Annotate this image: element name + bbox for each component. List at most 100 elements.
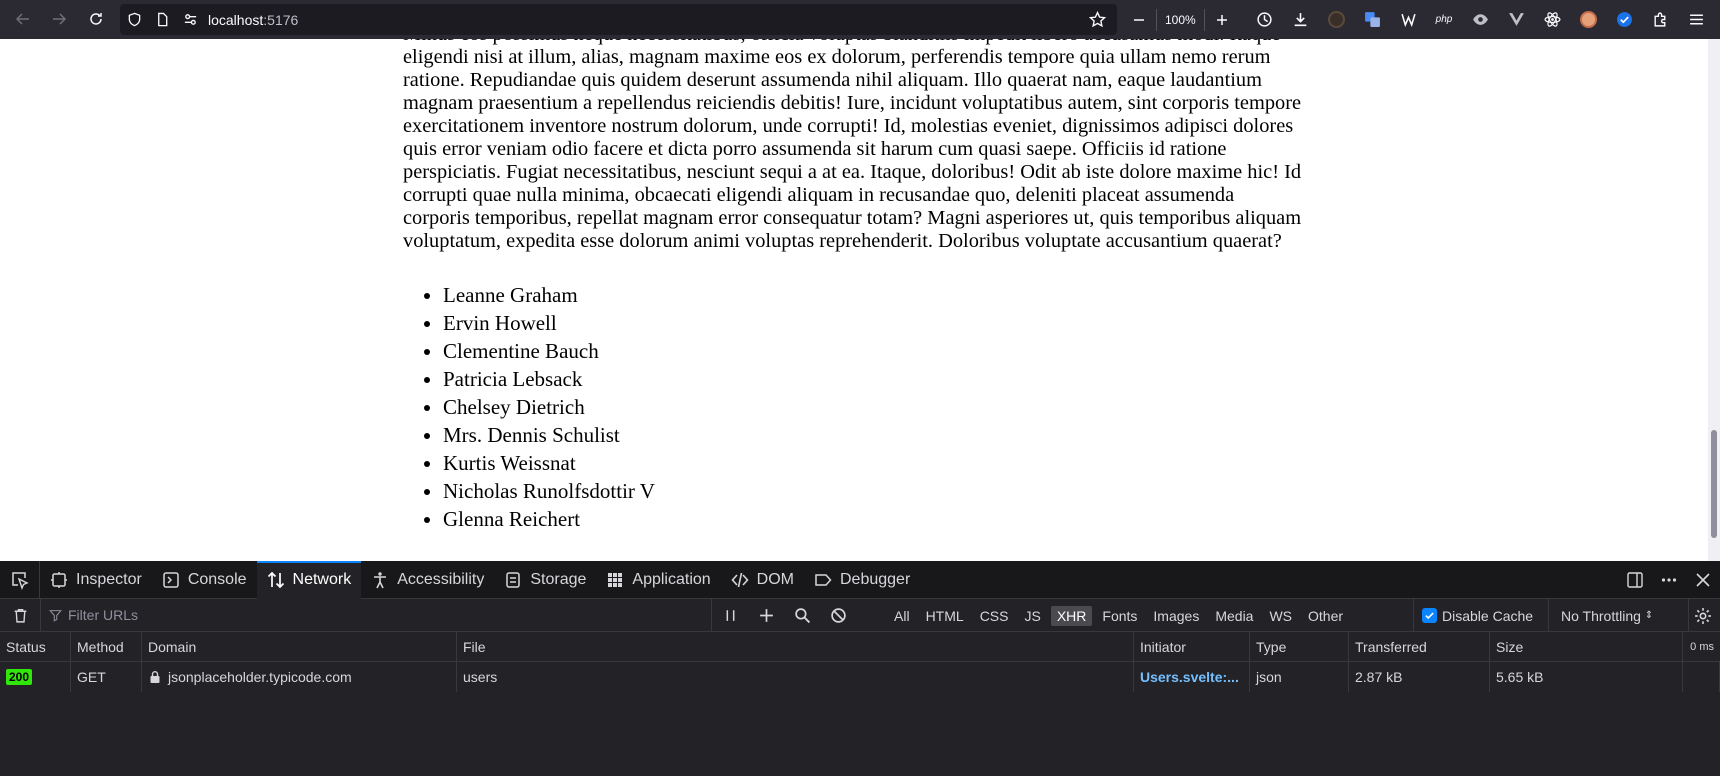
clear-button[interactable] — [0, 599, 40, 632]
dock-button[interactable] — [1618, 561, 1652, 599]
extensions-menu-button[interactable] — [1642, 4, 1678, 35]
extension-button[interactable] — [1606, 4, 1642, 35]
tab-network[interactable]: Network — [256, 560, 362, 599]
ellipsis-icon — [1661, 578, 1677, 582]
tracking-protection-button[interactable] — [120, 4, 148, 35]
column-header-transferred[interactable]: Transferred — [1349, 632, 1490, 661]
extension-button[interactable] — [1318, 4, 1354, 35]
column-header-type[interactable]: Type — [1250, 632, 1349, 661]
forward-button[interactable] — [42, 4, 76, 34]
type-filter-all[interactable]: All — [888, 606, 916, 626]
tab-label: Application — [632, 570, 711, 588]
cell-method: GET — [71, 662, 142, 692]
trash-icon — [14, 608, 26, 623]
extension-button[interactable] — [1462, 4, 1498, 35]
tab-storage[interactable]: Storage — [494, 561, 596, 599]
downloads-button[interactable] — [1282, 4, 1318, 35]
tab-accessibility[interactable]: Accessibility — [361, 561, 494, 599]
extension-button[interactable] — [1534, 4, 1570, 35]
cell-type: json — [1250, 662, 1349, 692]
disable-cache-toggle[interactable]: Disable Cache — [1413, 599, 1533, 632]
url-port: :5176 — [263, 11, 299, 28]
type-filter-images[interactable]: Images — [1147, 606, 1205, 626]
list-item: Kurtis Weissnat — [443, 449, 1303, 477]
tab-label: Network — [292, 570, 352, 588]
type-filter-html[interactable]: HTML — [920, 606, 970, 626]
disable-cache-checkbox[interactable] — [1422, 608, 1437, 623]
minus-icon — [1134, 18, 1144, 21]
element-picker-button[interactable] — [0, 560, 40, 599]
filter-box — [40, 598, 712, 632]
zoom-out-button[interactable] — [1122, 5, 1156, 35]
table-row[interactable]: 200 GET jsonplaceholder.typicode.com use… — [0, 662, 1720, 692]
zoom-level[interactable]: 100% — [1156, 8, 1205, 31]
domain-text: jsonplaceholder.typicode.com — [168, 669, 352, 685]
scrollbar-thumb[interactable] — [1711, 430, 1717, 538]
download-icon — [1294, 13, 1306, 27]
type-filter-media[interactable]: Media — [1209, 606, 1259, 626]
type-filter-ws[interactable]: WS — [1263, 606, 1298, 626]
console-icon — [163, 571, 179, 588]
devtools-tab-list: Inspector Console Network Accessibility Stor… — [40, 560, 920, 599]
face-extension-icon — [1579, 11, 1597, 28]
extension-button[interactable] — [1354, 4, 1390, 35]
zoom-in-button[interactable] — [1205, 5, 1239, 35]
history-button[interactable] — [1246, 4, 1282, 35]
type-filter-js[interactable]: JS — [1018, 606, 1046, 626]
reload-button[interactable] — [79, 4, 113, 34]
extension-button[interactable] — [1570, 4, 1606, 35]
initiator-link[interactable]: Users.svelte:... — [1140, 669, 1239, 685]
type-filter-fonts[interactable]: Fonts — [1096, 606, 1143, 626]
application-icon — [608, 572, 623, 587]
pause-button[interactable] — [712, 599, 748, 632]
column-header-status[interactable]: Status — [0, 632, 71, 661]
list-item: Mrs. Dennis Schulist — [443, 421, 1303, 449]
url-host: localhost — [208, 11, 264, 28]
checkmark-icon — [1425, 612, 1434, 620]
block-icon — [830, 607, 846, 623]
clock-icon — [1256, 12, 1272, 27]
tab-console[interactable]: Console — [152, 561, 257, 599]
tab-label: Console — [187, 570, 247, 588]
page-scrollbar[interactable] — [1708, 39, 1720, 561]
browser-toolbar: localhost:5176 100% php — [0, 0, 1720, 39]
type-filter-other[interactable]: Other — [1302, 606, 1349, 626]
throttling-select[interactable]: No Throttling ⇕ — [1548, 599, 1692, 632]
network-settings-button[interactable] — [1688, 599, 1716, 632]
column-header-method[interactable]: Method — [71, 632, 142, 661]
url-text[interactable]: localhost:5176 — [208, 12, 298, 28]
tab-inspector[interactable]: Inspector — [40, 561, 152, 599]
tab-application[interactable]: Application — [596, 561, 720, 599]
search-button[interactable] — [784, 599, 820, 632]
column-header-timeline[interactable]: 0 ms — [1683, 632, 1720, 661]
column-header-initiator[interactable]: Initiator — [1134, 632, 1250, 661]
page-info-button[interactable] — [148, 4, 176, 35]
type-filter-css[interactable]: CSS — [974, 606, 1015, 626]
arrow-left-icon — [15, 13, 29, 25]
permissions-button[interactable] — [176, 4, 204, 35]
close-devtools-button[interactable] — [1686, 561, 1720, 599]
list-item: Ervin Howell — [443, 309, 1303, 337]
type-filter-bar: All HTML CSS JS XHR Fonts Images Media WS Other — [888, 599, 1353, 632]
bookmark-button[interactable] — [1083, 4, 1111, 35]
more-options-button[interactable] — [1652, 561, 1686, 599]
app-menu-button[interactable] — [1678, 4, 1714, 35]
tab-debugger[interactable]: Debugger — [804, 561, 920, 599]
filter-icon — [49, 609, 62, 622]
url-bar[interactable]: localhost:5176 — [120, 4, 1117, 35]
type-filter-xhr[interactable]: XHR — [1050, 605, 1093, 626]
add-request-button[interactable] — [748, 599, 784, 632]
tab-dom[interactable]: DOM — [721, 561, 804, 599]
column-header-file[interactable]: File — [457, 632, 1134, 661]
star-icon — [1088, 11, 1106, 28]
page-content: Minus eos possimus neque necessitatibus,… — [403, 39, 1303, 533]
column-header-size[interactable]: Size — [1490, 632, 1683, 661]
block-button[interactable] — [820, 599, 856, 632]
extension-button[interactable] — [1498, 4, 1534, 35]
filter-urls-input[interactable] — [68, 607, 668, 623]
column-header-domain[interactable]: Domain — [142, 632, 457, 661]
extension-button[interactable] — [1390, 4, 1426, 35]
extension-button[interactable]: php — [1426, 4, 1462, 35]
updown-icon: ⇕ — [1644, 610, 1654, 621]
back-button[interactable] — [6, 4, 40, 34]
